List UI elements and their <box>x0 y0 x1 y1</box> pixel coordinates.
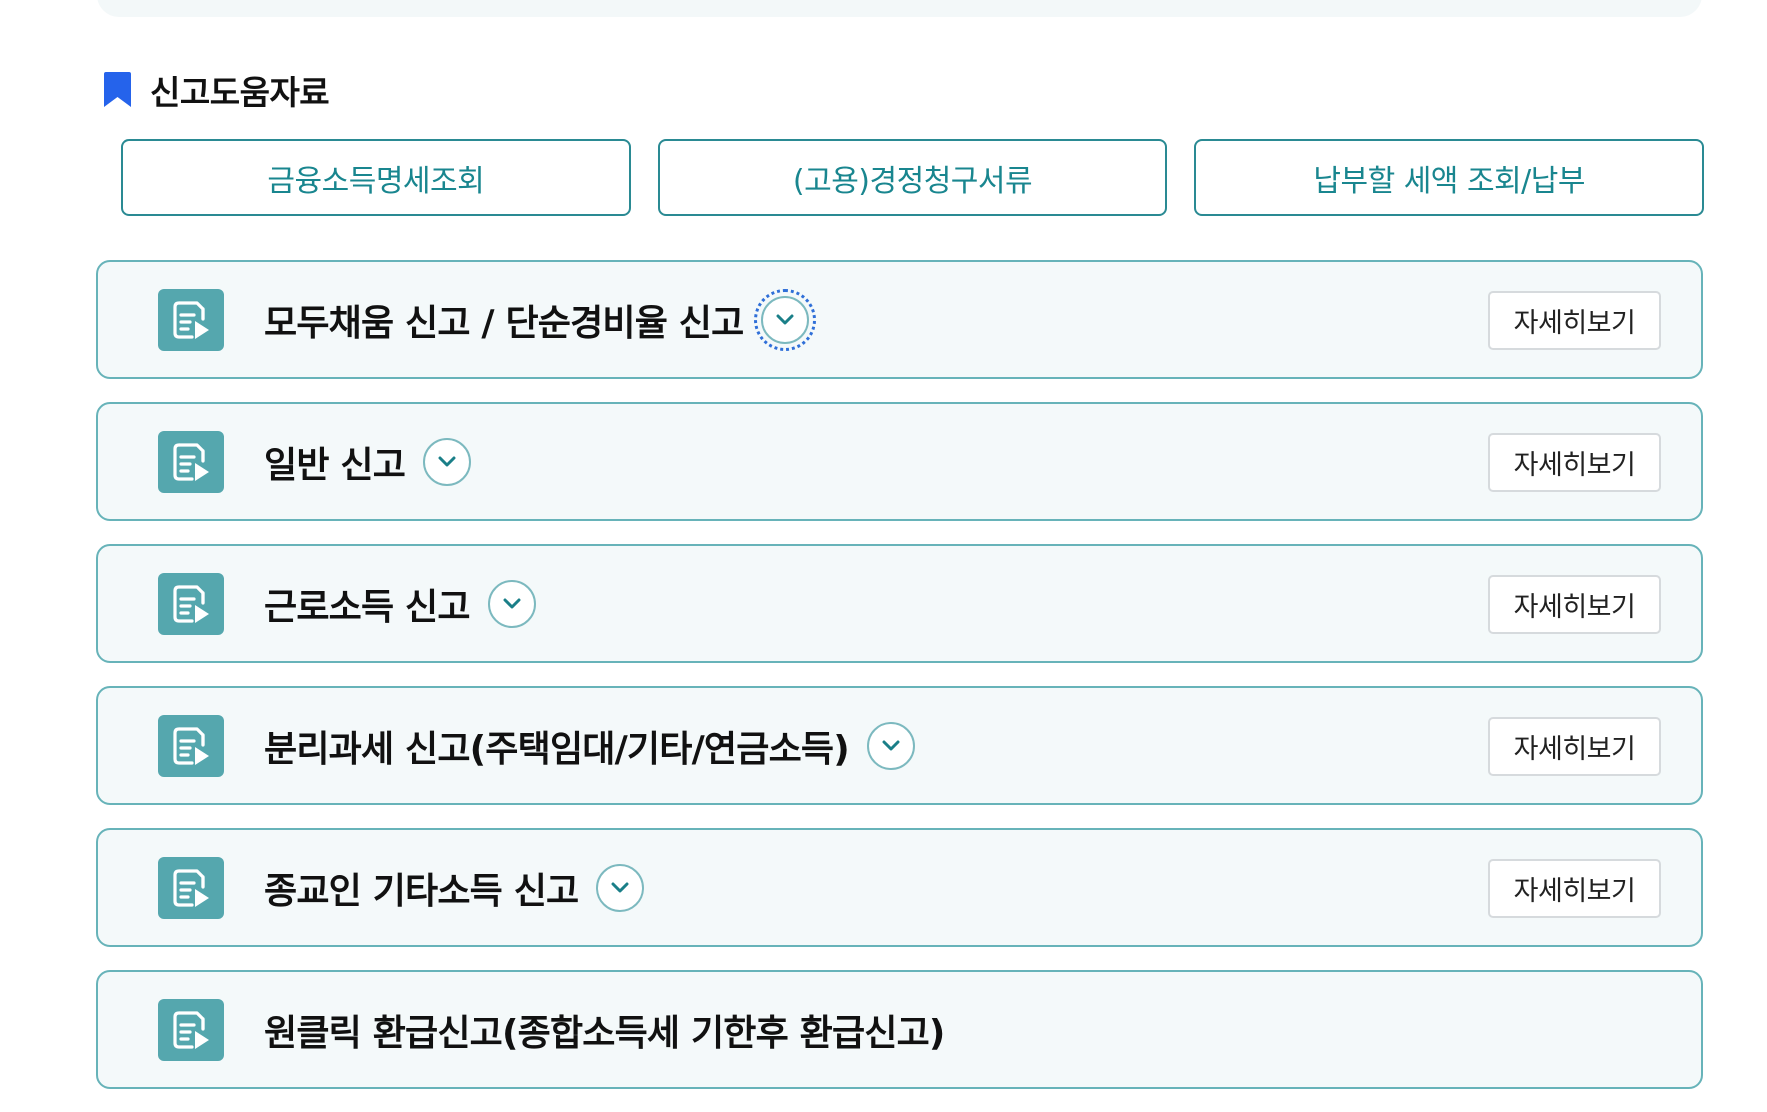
quick-link-financial-income[interactable]: 금융소득명세조회 <box>121 139 631 216</box>
section-header: 신고도움자료 <box>102 68 330 112</box>
item-title: 일반 신고 <box>264 404 472 519</box>
bookmark-icon <box>104 72 131 107</box>
section-title: 신고도움자료 <box>150 73 330 112</box>
document-edit-icon <box>158 573 224 635</box>
item-title-text: 모두채움 신고 / 단순경비율 신고 <box>264 302 744 344</box>
expand-toggle-button[interactable] <box>754 288 817 351</box>
list-item: 근로소득 신고 자세히보기 <box>96 544 1703 663</box>
top-panel <box>97 0 1702 17</box>
item-title-text: 원클릭 환급신고(종합소득세 기한후 환급신고) <box>264 1012 945 1054</box>
item-title: 종교인 기타소득 신고 <box>264 830 645 945</box>
list-item: 종교인 기타소득 신고 자세히보기 <box>96 828 1703 947</box>
item-title: 원클릭 환급신고(종합소득세 기한후 환급신고) <box>264 972 945 1087</box>
detail-button[interactable]: 자세히보기 <box>1488 859 1661 918</box>
item-title: 모두채움 신고 / 단순경비율 신고 <box>264 262 817 377</box>
expand-toggle-button[interactable] <box>423 437 472 486</box>
detail-button[interactable]: 자세히보기 <box>1488 291 1661 350</box>
item-title: 근로소득 신고 <box>264 546 536 661</box>
chevron-down-icon <box>503 598 521 608</box>
chevron-down-icon <box>611 882 629 892</box>
list-item: 일반 신고 자세히보기 <box>96 402 1703 521</box>
detail-button[interactable]: 자세히보기 <box>1488 575 1661 634</box>
document-edit-icon <box>158 857 224 919</box>
quick-links: 금융소득명세조회 (고용)경정청구서류 납부할 세액 조회/납부 <box>121 139 1705 216</box>
item-title-text: 근로소득 신고 <box>264 586 470 628</box>
document-edit-icon <box>158 431 224 493</box>
expand-toggle-button[interactable] <box>866 721 915 770</box>
report-list: 모두채움 신고 / 단순경비율 신고 자세히보기 일반 신고 자세히보기 근로소… <box>96 260 1703 1112</box>
list-item: 분리과세 신고(주택임대/기타/연금소득) 자세히보기 <box>96 686 1703 805</box>
item-title-text: 일반 신고 <box>264 444 406 486</box>
chevron-down-icon <box>438 456 456 466</box>
quick-link-correction-claim[interactable]: (고용)경정청구서류 <box>657 139 1168 216</box>
document-edit-icon <box>158 999 224 1061</box>
chevron-down-icon <box>776 314 794 324</box>
document-edit-icon <box>158 289 224 351</box>
detail-button[interactable]: 자세히보기 <box>1488 433 1661 492</box>
list-item: 모두채움 신고 / 단순경비율 신고 자세히보기 <box>96 260 1703 379</box>
chevron-down-icon <box>882 740 900 750</box>
list-item[interactable]: 원클릭 환급신고(종합소득세 기한후 환급신고) <box>96 970 1703 1089</box>
quick-link-tax-payment[interactable]: 납부할 세액 조회/납부 <box>1194 139 1705 216</box>
page: 신고도움자료 금융소득명세조회 (고용)경정청구서류 납부할 세액 조회/납부 … <box>0 0 1767 1112</box>
expand-toggle-button[interactable] <box>596 863 645 912</box>
item-title-text: 분리과세 신고(주택임대/기타/연금소득) <box>264 728 850 770</box>
document-edit-icon <box>158 715 224 777</box>
detail-button[interactable]: 자세히보기 <box>1488 717 1661 776</box>
item-title-text: 종교인 기타소득 신고 <box>264 870 579 912</box>
expand-toggle-button[interactable] <box>487 579 536 628</box>
item-title: 분리과세 신고(주택임대/기타/연금소득) <box>264 688 915 803</box>
